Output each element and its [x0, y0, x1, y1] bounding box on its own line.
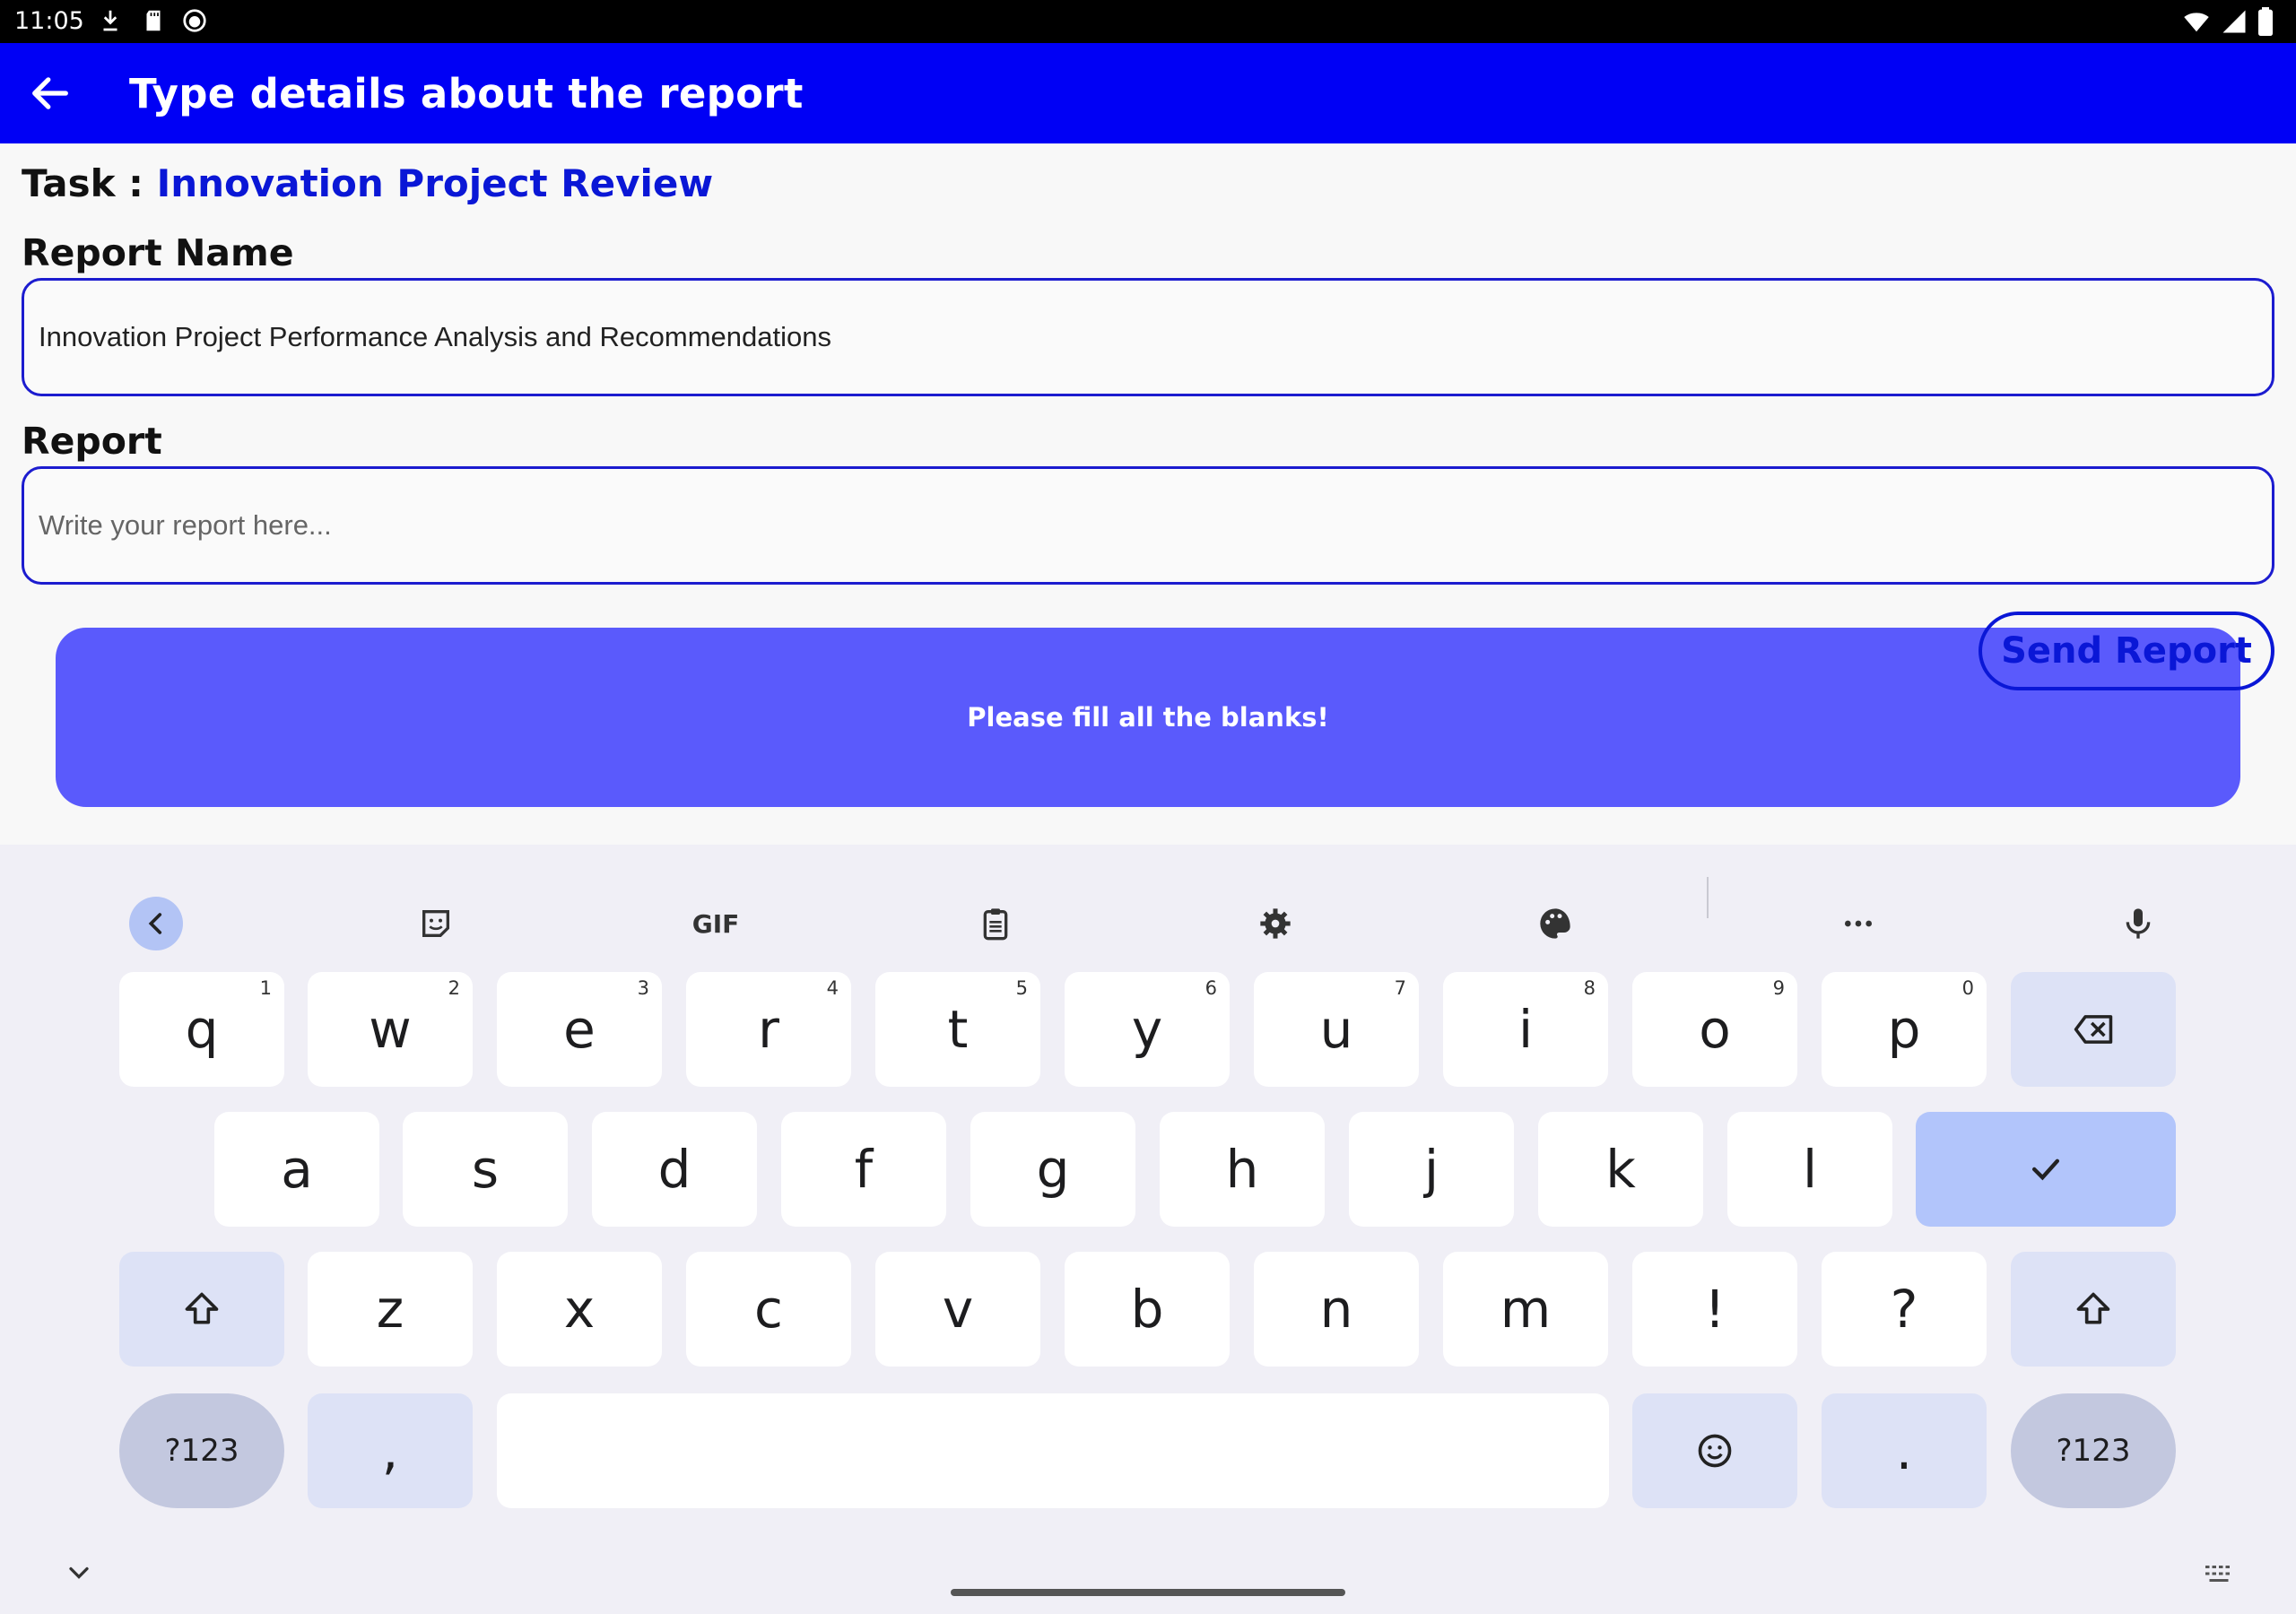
key-c[interactable]: c [686, 1252, 851, 1367]
settings-gear-icon[interactable] [1248, 897, 1302, 950]
key-u[interactable]: u7 [1254, 972, 1419, 1087]
download-icon [103, 10, 117, 31]
key-b[interactable]: b [1065, 1252, 1230, 1367]
key-w[interactable]: w2 [308, 972, 473, 1087]
key-t[interactable]: t5 [875, 972, 1040, 1087]
report-name-label: Report Name [22, 231, 294, 274]
emoji-icon [1698, 1434, 1732, 1468]
key-i[interactable]: i8 [1443, 972, 1608, 1087]
status-time: 11:05 [14, 7, 84, 35]
enter-key[interactable] [1916, 1112, 2176, 1227]
chevron-down-icon[interactable] [63, 1557, 95, 1589]
snackbar-message: Please fill all the blanks! [967, 702, 1329, 733]
key-j[interactable]: j [1349, 1112, 1514, 1227]
arrow-back-icon[interactable] [27, 70, 74, 117]
palette-icon[interactable] [1528, 897, 1582, 950]
more-dots-icon[interactable] [1831, 897, 1885, 950]
send-report-button[interactable]: Send Report [1979, 612, 2274, 690]
key-a[interactable]: a [214, 1112, 379, 1227]
key-y[interactable]: y6 [1065, 972, 1230, 1087]
key-k[interactable]: k [1538, 1112, 1703, 1227]
shift-key-right[interactable] [2011, 1252, 2176, 1367]
key-h[interactable]: h [1160, 1112, 1325, 1227]
report-textarea[interactable]: Write your report here... [22, 466, 2274, 585]
checkmark-icon [2031, 1158, 2060, 1181]
key-question[interactable]: ? [1822, 1252, 1987, 1367]
sd-card-icon [146, 10, 161, 31]
shift-icon [185, 1292, 219, 1324]
app-bar: Type details about the report [0, 43, 2296, 143]
report-name-input[interactable]: Innovation Project Performance Analysis … [22, 278, 2274, 396]
key-f[interactable]: f [781, 1112, 946, 1227]
key-e[interactable]: e3 [497, 972, 662, 1087]
key-z[interactable]: z [308, 1252, 473, 1367]
key-x[interactable]: x [497, 1252, 662, 1367]
key-p[interactable]: p0 [1822, 972, 1987, 1087]
toolbar-divider [1707, 877, 1709, 918]
shift-icon [2076, 1292, 2110, 1324]
report-label: Report [22, 420, 162, 463]
status-bar: 11:05 [0, 0, 2296, 43]
backspace-key[interactable] [2011, 972, 2176, 1087]
snackbar: Please fill all the blanks! [56, 628, 2240, 807]
gesture-nav-bar [951, 1589, 1345, 1596]
key-exclamation[interactable]: ! [1632, 1252, 1797, 1367]
key-comma[interactable]: , [308, 1393, 473, 1508]
task-name: Innovation Project Review [156, 161, 714, 205]
key-v[interactable]: v [875, 1252, 1040, 1367]
key-m[interactable]: m [1443, 1252, 1608, 1367]
microphone-icon[interactable] [2111, 897, 2165, 950]
clipboard-icon[interactable] [969, 897, 1022, 950]
battery-icon [2258, 7, 2273, 36]
space-bar[interactable] [497, 1393, 1609, 1508]
emoji-key[interactable] [1632, 1393, 1797, 1508]
key-o[interactable]: o9 [1632, 972, 1797, 1087]
wifi-icon [2184, 13, 2209, 32]
page-title: Type details about the report [129, 70, 804, 117]
task-heading: Task : Innovation Project Review [22, 161, 713, 205]
symbols-key-left[interactable]: ?123 [119, 1393, 284, 1508]
key-n[interactable]: n [1254, 1252, 1419, 1367]
symbols-key-right[interactable]: ?123 [2011, 1393, 2176, 1508]
backspace-icon [2074, 1015, 2113, 1044]
face-icon [183, 9, 206, 32]
keyboard-switch-icon[interactable] [2203, 1560, 2235, 1587]
key-period[interactable]: . [1822, 1393, 1987, 1508]
task-prefix: Task : [22, 161, 157, 205]
key-r[interactable]: r4 [686, 972, 851, 1087]
gif-icon[interactable]: GIF [689, 897, 743, 950]
shift-key-left[interactable] [119, 1252, 284, 1367]
key-d[interactable]: d [592, 1112, 757, 1227]
signal-icon [2222, 10, 2246, 33]
key-l[interactable]: l [1727, 1112, 1892, 1227]
key-s[interactable]: s [403, 1112, 568, 1227]
key-g[interactable]: g [970, 1112, 1135, 1227]
key-q[interactable]: q1 [119, 972, 284, 1087]
chevron-left-icon[interactable] [129, 897, 183, 950]
sticker-icon[interactable] [409, 897, 463, 950]
